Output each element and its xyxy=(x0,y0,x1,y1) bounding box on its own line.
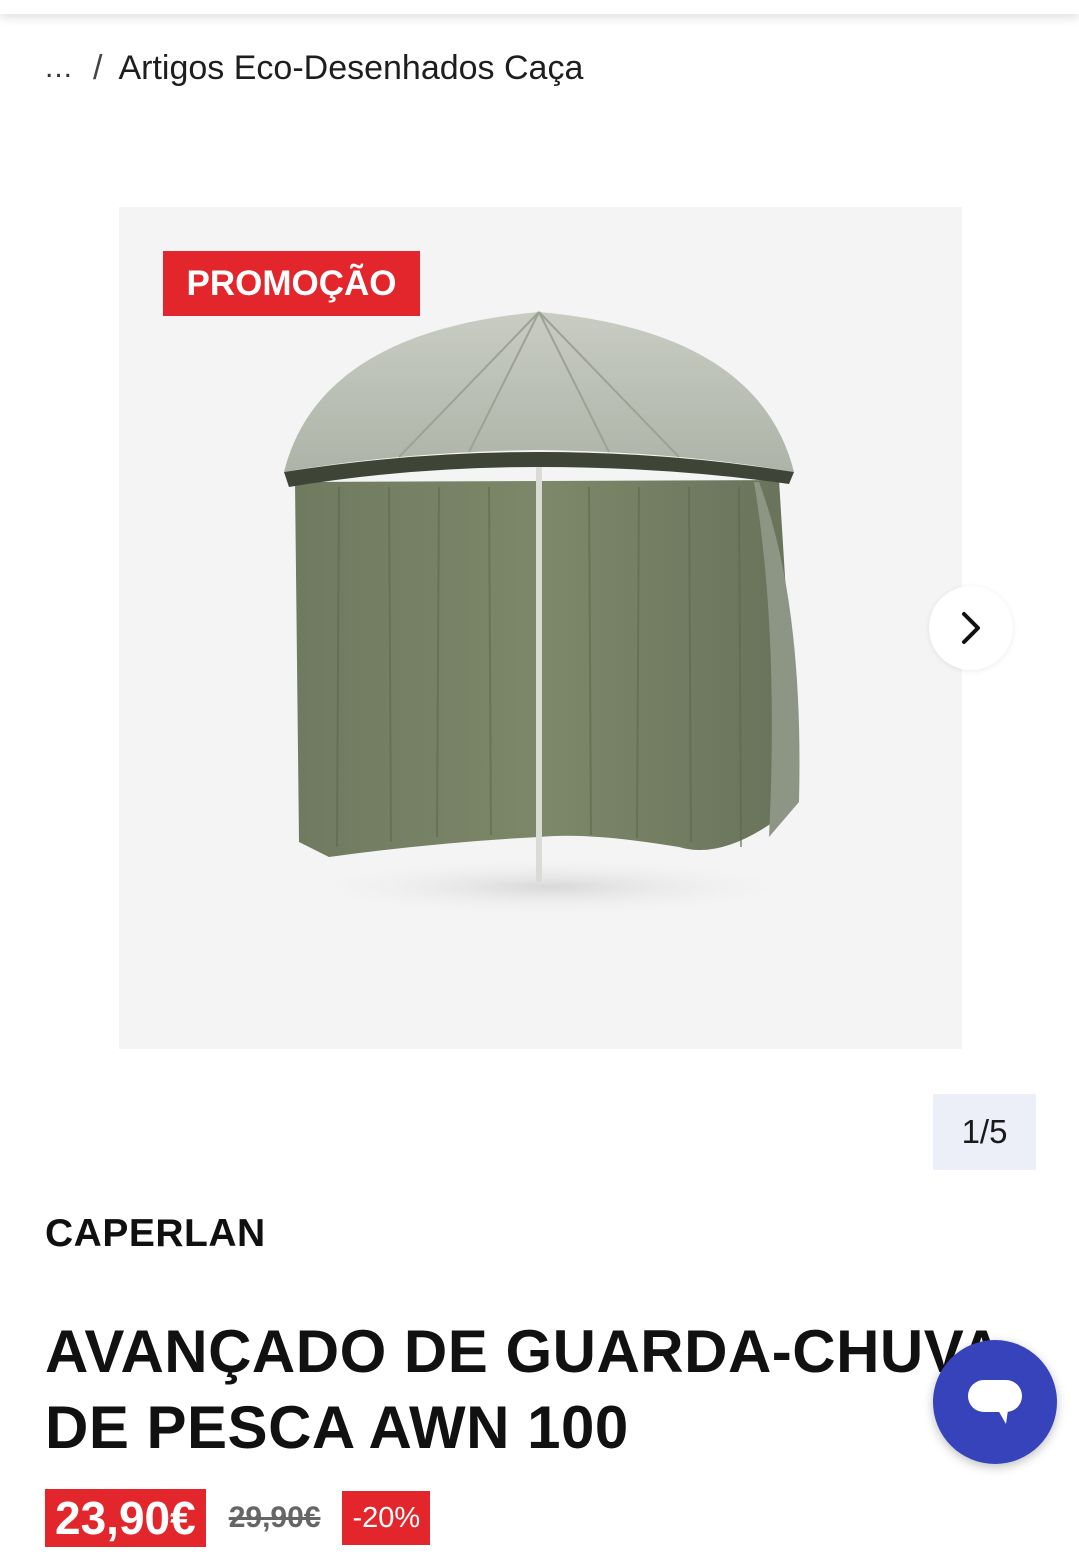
product-image[interactable] xyxy=(259,302,819,922)
product-brand[interactable]: CAPERLAN xyxy=(45,1212,266,1256)
image-counter: 1/5 xyxy=(933,1094,1036,1170)
breadcrumb-separator: / xyxy=(93,48,103,87)
breadcrumb-ellipsis[interactable]: ... xyxy=(45,51,73,85)
chat-bubble-icon xyxy=(968,1380,1022,1424)
old-price: 29,90€ xyxy=(228,1501,321,1534)
chat-button[interactable] xyxy=(933,1340,1057,1464)
breadcrumb: ... / Artigos Eco-Desenhados Caça xyxy=(45,44,583,92)
breadcrumb-current[interactable]: Artigos Eco-Desenhados Caça xyxy=(118,49,583,88)
product-title: AVANÇADO DE GUARDA-CHUVA DE PESCA AWN 10… xyxy=(45,1318,1002,1461)
product-gallery[interactable]: PROMOÇÃO xyxy=(119,207,962,1049)
price-row: 23,90€ 29,90€ -20% xyxy=(45,1489,431,1547)
current-price: 23,90€ xyxy=(45,1489,206,1547)
discount-badge: -20% xyxy=(342,1491,431,1545)
next-image-button[interactable] xyxy=(929,586,1013,670)
top-bar xyxy=(0,0,1079,14)
chevron-right-icon xyxy=(962,612,980,644)
